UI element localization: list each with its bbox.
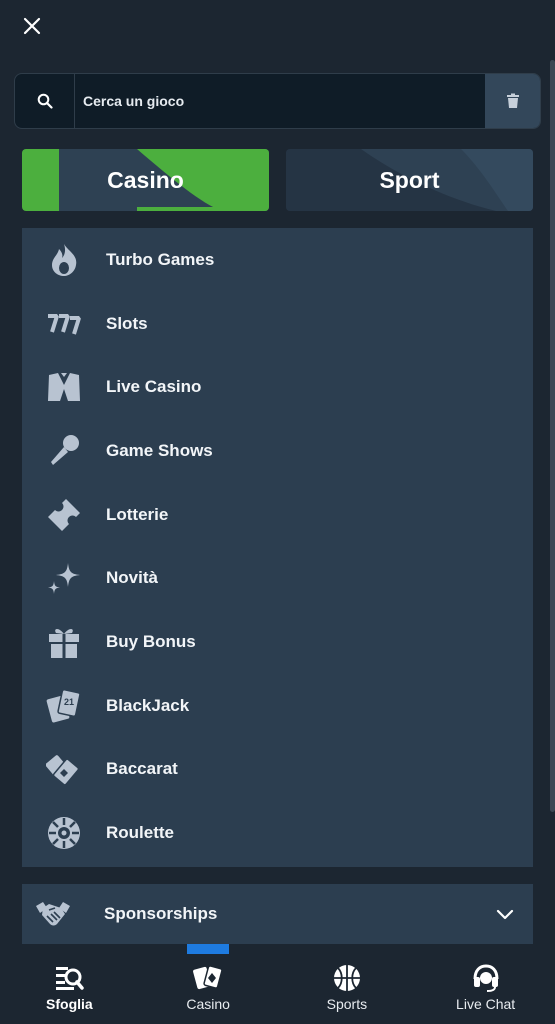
slot-777-icon (48, 313, 81, 335)
gift-icon (49, 628, 79, 658)
sponsorships-accordion[interactable]: Sponsorships (22, 884, 533, 944)
tab-casino-label: Casino (107, 166, 184, 193)
tab-sport[interactable]: Sport (286, 149, 533, 211)
menu-item-label: Turbo Games (106, 249, 215, 269)
trash-icon (506, 93, 519, 108)
bottom-navigation: Sfoglia Casino Sports Live Chat (0, 944, 555, 1024)
svg-text:21: 21 (64, 697, 74, 707)
roulette-wheel-icon (48, 817, 80, 850)
nav-live-chat-label: Live Chat (456, 996, 516, 1012)
menu-item-label: Buy Bonus (106, 631, 196, 651)
menu-item-baccarat[interactable]: Baccarat (22, 738, 533, 802)
flame-icon (52, 243, 77, 276)
casino-cards-icon (193, 965, 223, 990)
search-button[interactable] (15, 74, 75, 128)
menu-item-slots[interactable]: Slots (22, 292, 533, 356)
handshake-icon (36, 902, 70, 926)
menu-item-lotterie[interactable]: Lotterie (22, 483, 533, 547)
blackjack-cards-icon: 21 (46, 688, 81, 723)
menu-item-label: Live Casino (106, 377, 202, 397)
search-bar (14, 73, 541, 129)
nav-active-indicator (187, 944, 230, 954)
nav-casino-label: Casino (186, 996, 230, 1012)
menu-item-label: BlackJack (106, 695, 190, 715)
microphone-icon (51, 434, 79, 465)
scrollbar[interactable] (550, 60, 555, 812)
menu-item-label: Roulette (106, 823, 174, 843)
nav-live-chat[interactable]: Live Chat (416, 944, 555, 1024)
headset-icon (473, 964, 499, 992)
ticket-icon (48, 498, 80, 531)
dealer-vest-icon (48, 373, 80, 402)
nav-sports-label: Sports (326, 996, 368, 1012)
menu-item-game-shows[interactable]: Game Shows (22, 419, 533, 483)
menu-item-blackjack[interactable]: 21 BlackJack (22, 674, 533, 738)
nav-sfoglia-label: Sfoglia (46, 996, 93, 1012)
browse-icon (56, 967, 85, 990)
baccarat-cards-icon (46, 755, 80, 786)
close-button[interactable] (18, 12, 46, 40)
sparkles-icon (48, 563, 80, 595)
menu-item-label: Game Shows (106, 440, 213, 460)
menu-item-label: Novità (106, 568, 158, 588)
menu-item-turbo-games[interactable]: Turbo Games (22, 228, 533, 292)
menu-item-live-casino[interactable]: Live Casino (22, 355, 533, 419)
tab-sport-label: Sport (379, 166, 440, 193)
menu-item-label: Slots (106, 313, 148, 333)
nav-casino[interactable]: Casino (139, 944, 278, 1024)
nav-sfoglia[interactable]: Sfoglia (0, 944, 139, 1024)
search-icon (37, 93, 53, 109)
close-icon (23, 17, 41, 35)
chevron-down-icon (496, 909, 514, 919)
casino-category-list: Turbo Games Slots Live Casino Game Shows (22, 228, 533, 867)
clear-search-button[interactable] (485, 74, 540, 128)
menu-item-buy-bonus[interactable]: Buy Bonus (22, 610, 533, 674)
search-input[interactable] (75, 74, 485, 128)
menu-item-roulette[interactable]: Roulette (22, 801, 533, 865)
basketball-icon (333, 965, 360, 991)
sponsorships-label: Sponsorships (104, 904, 218, 923)
nav-sports[interactable]: Sports (278, 944, 417, 1024)
menu-item-label: Baccarat (106, 759, 178, 779)
menu-item-label: Lotterie (106, 504, 169, 524)
tab-casino[interactable]: Casino (22, 149, 269, 211)
menu-item-novita[interactable]: Novità (22, 546, 533, 610)
